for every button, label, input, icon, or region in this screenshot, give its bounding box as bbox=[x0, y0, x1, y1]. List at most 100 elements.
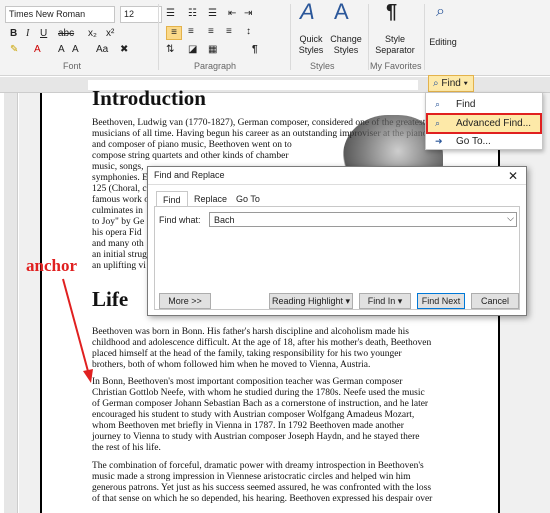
change-case-icon[interactable]: Aa bbox=[96, 44, 108, 56]
change-styles-button[interactable]: Change Styles bbox=[328, 34, 364, 56]
vertical-ruler bbox=[4, 93, 18, 513]
intro-line: famous work o bbox=[92, 195, 149, 205]
style-separator-button[interactable]: Style Separator bbox=[372, 34, 418, 56]
grow-font-icon[interactable]: A bbox=[58, 44, 65, 56]
paragraph-line: the rest of his life. bbox=[92, 443, 161, 453]
font-name-combo[interactable]: Times New Roman bbox=[5, 6, 115, 23]
paragraph-line: generous patrons. Yet just as his succes… bbox=[92, 483, 432, 493]
find-panel: Find what: Bach ⌵ More >> Reading Highli… bbox=[154, 206, 520, 310]
paragraph-line: music made a strong impression in Vienne… bbox=[92, 472, 411, 482]
underline-icon[interactable]: U bbox=[40, 28, 47, 40]
quick-styles-icon[interactable]: A bbox=[300, 1, 315, 23]
strikethrough-icon[interactable]: abc bbox=[58, 28, 74, 40]
find-in-button[interactable]: Find In ▾ bbox=[359, 293, 411, 309]
intro-line: music, songs, bbox=[92, 162, 144, 172]
intro-line: and composer of piano music, Beethoven w… bbox=[92, 140, 292, 150]
intro-line: an uplifting vi bbox=[92, 261, 146, 271]
find-menu: ⌕ Find ⌕ Advanced Find... ➜ Go To... bbox=[425, 92, 543, 150]
bold-icon[interactable]: B bbox=[10, 28, 17, 40]
increase-indent-icon[interactable]: ⇥ bbox=[244, 8, 252, 20]
menu-item-find[interactable]: ⌕ Find bbox=[428, 96, 540, 113]
clear-format-icon[interactable]: ✖ bbox=[120, 44, 128, 56]
paragraph-line: childhood and adolescence difficult. At … bbox=[92, 338, 432, 348]
line-spacing-icon[interactable]: ↕ bbox=[246, 26, 251, 38]
font-color-icon[interactable]: A bbox=[34, 44, 41, 56]
decrease-indent-icon[interactable]: ⇤ bbox=[228, 8, 236, 20]
anchor-annotation-label: anchor bbox=[26, 256, 77, 275]
life-paragraph-1: Beethoven was born in Bonn. His father's… bbox=[92, 327, 431, 371]
superscript-icon[interactable]: x² bbox=[106, 28, 114, 40]
justify-icon[interactable]: ≡ bbox=[226, 26, 232, 38]
goto-arrow-icon: ➜ bbox=[435, 136, 443, 146]
close-icon[interactable]: ✕ bbox=[508, 169, 518, 183]
italic-icon[interactable]: I bbox=[26, 28, 29, 40]
paragraph-line: encouraged his student to study with Aus… bbox=[92, 410, 415, 420]
menu-item-advanced-find[interactable]: ⌕ Advanced Find... bbox=[426, 113, 542, 134]
ribbon: Times New Roman 12 B I U abc x₂ x² ✎ A A… bbox=[0, 0, 550, 76]
menu-item-go-to[interactable]: ➜ Go To... bbox=[428, 133, 540, 150]
group-label-styles: Styles bbox=[310, 61, 335, 71]
paragraph-line: The combination of forceful, dramatic po… bbox=[92, 461, 424, 471]
paragraph-line: of German composer Johann Sebastian Bach… bbox=[92, 399, 429, 409]
bullets-icon[interactable]: ☰ bbox=[166, 8, 175, 20]
life-paragraph-2: In Bonn, Beethoven's most important comp… bbox=[92, 377, 428, 454]
paragraph-line: whom Beethoven met briefly in Vienna in … bbox=[92, 421, 404, 431]
font-size-combo[interactable]: 12 bbox=[120, 6, 162, 23]
anchor-arrow bbox=[62, 278, 93, 383]
group-label-favorites: My Favorites bbox=[370, 61, 422, 71]
cancel-button[interactable]: Cancel bbox=[471, 293, 519, 309]
style-separator-icon[interactable]: ¶ bbox=[386, 2, 397, 22]
numbering-icon[interactable]: ☷ bbox=[188, 8, 197, 20]
intro-line: to Joy" by Ge bbox=[92, 217, 145, 227]
intro-line: culminates in bbox=[92, 206, 143, 216]
change-styles-icon[interactable]: A bbox=[334, 1, 349, 23]
paragraph-line: placed himself at the head of the family… bbox=[92, 349, 402, 359]
highlight-icon[interactable]: ✎ bbox=[10, 44, 18, 56]
find-icon: ⌕ bbox=[435, 99, 441, 109]
group-label-paragraph: Paragraph bbox=[194, 61, 237, 71]
more-button[interactable]: More >> bbox=[159, 293, 211, 309]
find-dropdown-button[interactable]: ⌕ Find ▾ bbox=[428, 75, 474, 92]
multilevel-list-icon[interactable]: ☰ bbox=[208, 8, 217, 20]
find-button-label: Find bbox=[441, 78, 461, 89]
align-center-icon[interactable]: ≡ bbox=[188, 26, 194, 38]
paragraph-line: Beethoven was born in Bonn. His father's… bbox=[92, 327, 409, 337]
divider bbox=[290, 4, 291, 70]
paragraph-line: brothers, both of whom followed him when… bbox=[92, 360, 371, 370]
intro-line: 125 (Choral, c bbox=[92, 184, 147, 194]
shading-icon[interactable]: ◪ bbox=[188, 44, 197, 56]
chevron-down-icon[interactable]: ⌵ bbox=[507, 213, 514, 224]
intro-line: his opera Fid bbox=[92, 228, 142, 238]
find-next-button[interactable]: Find Next bbox=[417, 293, 465, 309]
divider bbox=[158, 4, 159, 70]
tab-find[interactable]: Find bbox=[156, 191, 188, 207]
shrink-font-icon[interactable]: A bbox=[72, 44, 79, 56]
align-right-icon[interactable]: ≡ bbox=[208, 26, 214, 38]
find-icon: ⌕ bbox=[435, 118, 441, 128]
dialog-title: Find and Replace bbox=[148, 167, 526, 185]
tab-replace[interactable]: Replace bbox=[188, 191, 233, 207]
life-paragraph-3: The combination of forceful, dramatic po… bbox=[92, 461, 432, 505]
subscript-icon[interactable]: x₂ bbox=[88, 28, 97, 40]
paragraph-line: of that sense on which he so depended, h… bbox=[92, 494, 433, 504]
find-replace-dialog: Find and Replace ✕ Find Replace Go To Fi… bbox=[147, 166, 527, 316]
paragraph-line: In Bonn, Beethoven's most important comp… bbox=[92, 377, 403, 387]
intro-line: and many oth bbox=[92, 239, 144, 249]
intro-line: compose string quartets and other kinds … bbox=[92, 151, 289, 161]
paragraph-line: Christian Gottlob Neefe, with whom he st… bbox=[92, 388, 425, 398]
align-left-icon[interactable]: ≡ bbox=[166, 26, 182, 40]
tab-go-to[interactable]: Go To bbox=[230, 191, 266, 207]
editing-button[interactable]: Editing bbox=[428, 36, 458, 48]
find-what-label: Find what: bbox=[159, 215, 201, 225]
borders-icon[interactable]: ▦ bbox=[208, 44, 217, 56]
sort-icon[interactable]: ⇅ bbox=[166, 44, 174, 56]
quick-styles-button[interactable]: Quick Styles bbox=[296, 34, 326, 56]
show-marks-icon[interactable]: ¶ bbox=[252, 44, 258, 56]
divider bbox=[368, 4, 369, 70]
group-label-font: Font bbox=[63, 61, 82, 71]
find-what-input[interactable]: Bach ⌵ bbox=[209, 212, 517, 227]
heading-life: Life bbox=[92, 287, 129, 311]
divider bbox=[424, 4, 425, 70]
binoculars-icon[interactable]: ⌕ bbox=[436, 4, 445, 20]
reading-highlight-button[interactable]: Reading Highlight ▾ bbox=[269, 293, 353, 309]
